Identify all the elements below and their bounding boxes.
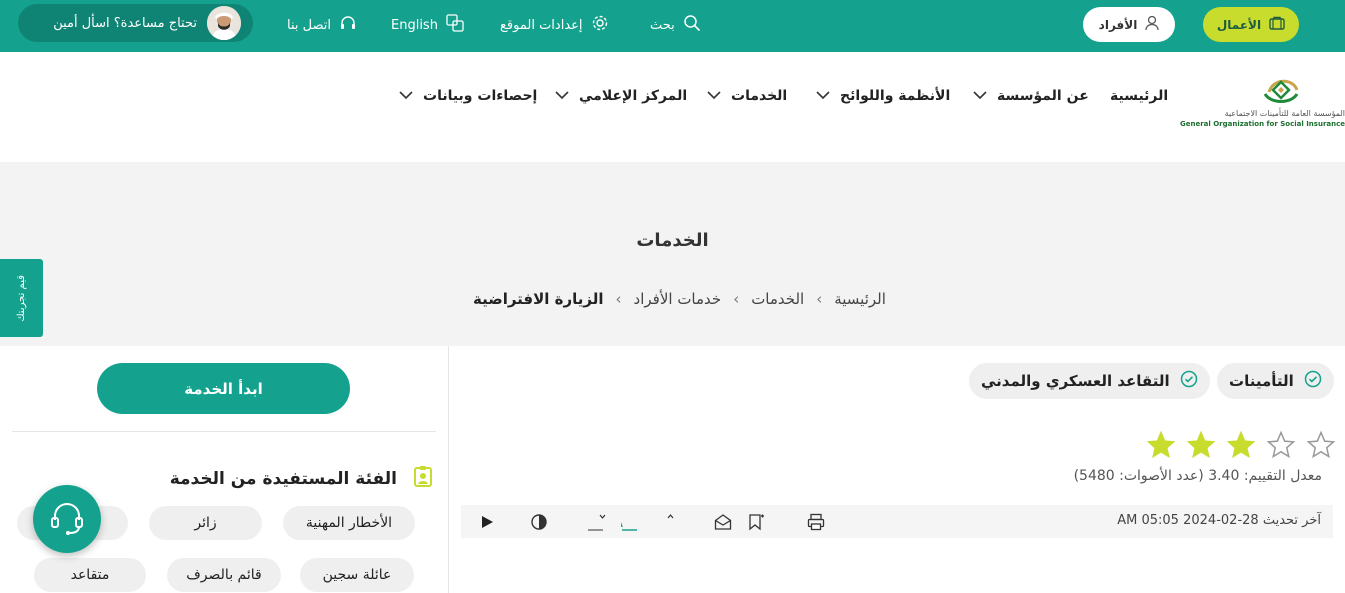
category-pill-insurance[interactable]: التأمينات [1217,363,1334,399]
svg-text:A: A [587,514,588,531]
main-navigation: المؤسسة العامة للتأمينات الاجتماعية Gene… [0,52,1345,162]
nav-item-regulations[interactable]: الأنظمة واللوائح [816,88,950,104]
beneficiary-tag: متقاعد [34,558,146,592]
beneficiary-tag: الأخطار المهنية [283,506,415,540]
chevron-down-icon [973,88,987,104]
nav-item-label: إحصاءات وبيانات [423,88,538,104]
nav-item-services[interactable]: الخدمات [707,88,787,104]
search-icon [683,14,701,36]
badge-icon [413,465,433,492]
feedback-label: قيم تجربتك [16,274,27,322]
briefcase-icon [1269,16,1285,33]
beneficiary-title: الفئة المستفيدة من الخدمة [169,468,397,489]
breadcrumb-individual-services[interactable]: خدمات الأفراد [634,290,722,308]
logo-english-text: General Organization for Social Insuranc… [1179,120,1345,128]
gosi-logo[interactable]: المؤسسة العامة للتأمينات الاجتماعية Gene… [1180,74,1345,134]
language-link[interactable]: English [391,14,464,36]
check-circle-icon [1304,370,1322,392]
assistant-avatar [207,6,241,40]
breadcrumb-services[interactable]: الخدمات [751,290,804,308]
gear-icon [591,14,609,36]
chevron-down-icon [816,88,830,104]
contrast-icon[interactable] [529,512,549,532]
star-empty-icon[interactable] [1306,430,1336,460]
chevron-down-icon [707,88,721,104]
content-toolbar: آخر تحديث 28-02-2024 05:05 AM A A A [461,505,1333,538]
search-link[interactable]: بحث [650,14,701,36]
beneficiary-tag: زائر [149,506,262,540]
beneficiary-heading: الفئة المستفيدة من الخدمة [170,465,433,492]
bookmark-icon[interactable] [746,512,766,532]
decrease-font-icon[interactable]: A [587,512,607,532]
rating-summary: معدل التقييم: 3.40 (عدد الأصوات: 5480) [1073,468,1322,484]
section-divider [12,431,436,432]
play-audio-icon[interactable] [477,512,497,532]
nav-item-statistics[interactable]: إحصاءات وبيانات [399,88,537,104]
user-icon [1145,15,1159,34]
feedback-tab[interactable]: قيم تجربتك [0,259,43,337]
chevron-down-icon [399,88,413,104]
rating-stars[interactable] [1146,430,1336,460]
default-font-icon[interactable]: A [621,512,641,532]
start-service-label: ابدأ الخدمة [184,379,263,398]
check-circle-icon [1180,370,1198,392]
nav-item-label: الأنظمة واللوائح [840,88,951,104]
nav-item-label: عن المؤسسة [997,88,1089,104]
breadcrumb-current: الزيارة الافتراضية [473,290,604,308]
support-chat-button[interactable] [33,485,101,553]
star-filled-icon[interactable] [1226,430,1256,460]
chevron-down-icon [555,88,569,104]
category-label: التأمينات [1229,372,1294,390]
headset-icon [339,14,357,36]
star-filled-icon[interactable] [1186,430,1216,460]
page-title: الخدمات [636,230,709,251]
chevron-left-icon: › [615,290,622,308]
top-bar: الأعمال الأفراد بحث إعدادات الموقع Engli… [0,0,1345,52]
breadcrumb-home[interactable]: الرئيسية [834,290,886,308]
nav-item-home[interactable]: الرئيسية [1110,88,1168,104]
business-label: الأعمال [1216,17,1262,32]
nav-item-label: المركز الإعلامي [579,88,688,104]
contact-link[interactable]: اتصل بنا [287,14,357,36]
last-updated-text: آخر تحديث 28-02-2024 05:05 AM [1117,513,1321,528]
chevron-left-icon: › [816,290,823,308]
ask-ameen-button[interactable]: تحتاج مساعدة؟ اسأل أمين [18,4,253,42]
svg-text:A: A [621,513,624,531]
translate-icon [446,14,464,36]
page-header: الخدمات الرئيسية › الخدمات › خدمات الأفر… [0,162,1345,346]
site-settings-link[interactable]: إعدادات الموقع [500,14,609,36]
column-divider [448,346,449,593]
contact-label: اتصل بنا [287,17,331,33]
chevron-left-icon: › [733,290,740,308]
individuals-button[interactable]: الأفراد [1083,7,1175,42]
language-label: English [391,17,438,33]
headset-icon [46,496,88,542]
individuals-label: الأفراد [1098,17,1138,32]
start-service-button[interactable]: ابدأ الخدمة [97,363,350,414]
breadcrumb: الرئيسية › الخدمات › خدمات الأفراد › الز… [473,290,886,308]
star-filled-icon[interactable] [1146,430,1176,460]
email-share-icon[interactable] [713,512,733,532]
settings-label: إعدادات الموقع [500,17,583,33]
category-label: التقاعد العسكري والمدني [981,372,1170,390]
nav-item-media-center[interactable]: المركز الإعلامي [555,88,687,104]
beneficiary-tag: عائلة سجين [300,558,414,592]
business-button[interactable]: الأعمال [1203,7,1299,42]
beneficiary-tag: قائم بالصرف [167,558,281,592]
help-label: تحتاج مساعدة؟ اسأل أمين [53,15,197,31]
category-pill-retirement[interactable]: التقاعد العسكري والمدني [969,363,1210,399]
search-label: بحث [650,17,675,33]
star-empty-icon[interactable] [1266,430,1296,460]
nav-item-label: الرئيسية [1110,88,1169,104]
logo-mark-icon [1263,79,1299,103]
nav-item-about[interactable]: عن المؤسسة [973,88,1089,104]
nav-item-label: الخدمات [731,88,788,104]
svg-text:A: A [655,514,656,531]
increase-font-icon[interactable]: A [655,512,675,532]
print-icon[interactable] [806,512,826,532]
logo-arabic-text: المؤسسة العامة للتأمينات الاجتماعية [1224,109,1345,118]
